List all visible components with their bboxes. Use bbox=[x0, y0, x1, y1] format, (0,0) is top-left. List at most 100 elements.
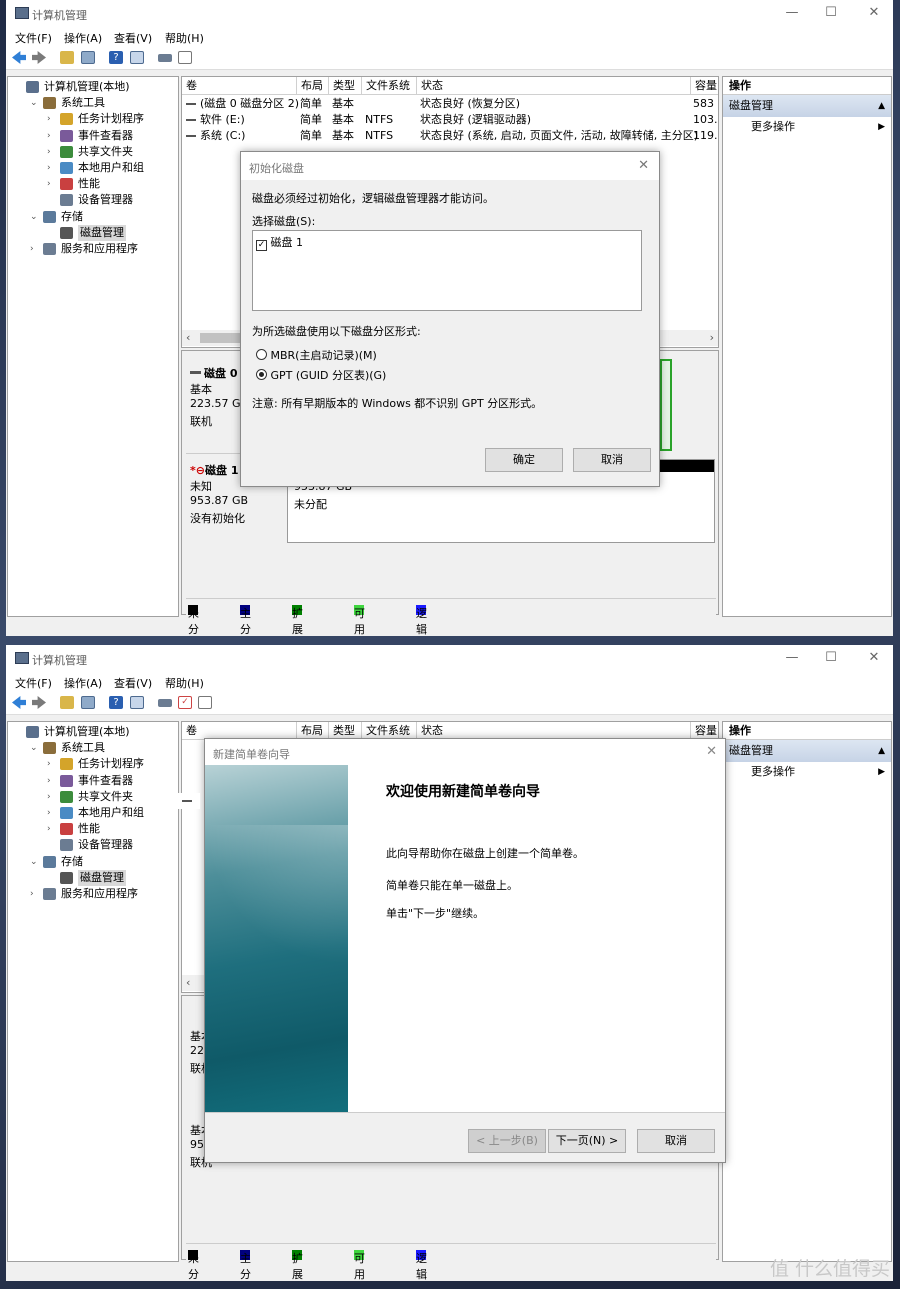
disk0-partition-edge[interactable] bbox=[660, 359, 672, 451]
show-hide-tree-icon[interactable] bbox=[81, 696, 95, 709]
mbr-radio[interactable] bbox=[256, 349, 267, 360]
tree-item[interactable]: › 事件查看器 bbox=[8, 128, 178, 144]
back-button[interactable]: < 上一步(B) bbox=[468, 1129, 546, 1153]
mbr-option[interactable]: MBR(主启动记录)(M) bbox=[256, 347, 377, 363]
list-view-icon[interactable] bbox=[178, 51, 192, 64]
tree-item[interactable]: 计算机管理(本地) bbox=[8, 724, 178, 740]
menu-action[interactable]: 操作(A) bbox=[64, 30, 102, 46]
forward-icon[interactable] bbox=[32, 51, 46, 64]
expander-icon[interactable]: › bbox=[30, 886, 40, 902]
expander-icon[interactable]: › bbox=[47, 176, 57, 192]
tree-item[interactable]: 磁盘管理 bbox=[8, 869, 178, 886]
maximize-button[interactable]: ☐ bbox=[819, 648, 843, 668]
menu-action[interactable]: 操作(A) bbox=[64, 675, 102, 691]
expander-icon[interactable]: › bbox=[47, 789, 57, 805]
back-icon[interactable] bbox=[12, 51, 26, 64]
forward-icon[interactable] bbox=[32, 696, 46, 709]
tree-item[interactable]: › 事件查看器 bbox=[8, 773, 178, 789]
volume-row[interactable]: (磁盘 0 磁盘分区 2) 简单 基本 状态良好 (恢复分区) 583 bbox=[182, 96, 718, 112]
scroll-right-icon[interactable]: › bbox=[710, 331, 714, 344]
menu-file[interactable]: 文件(F) bbox=[15, 675, 52, 691]
collapse-icon[interactable]: ▲ bbox=[878, 740, 885, 762]
disk1-checkbox[interactable]: ✓ bbox=[256, 240, 267, 251]
wizard-close-icon[interactable]: ✕ bbox=[706, 744, 717, 759]
gpt-radio[interactable] bbox=[256, 369, 267, 380]
tree-item[interactable]: › 服务和应用程序 bbox=[8, 241, 178, 257]
expander-icon[interactable]: › bbox=[47, 773, 57, 789]
up-folder-icon[interactable] bbox=[60, 696, 74, 709]
minimize-button[interactable]: — bbox=[780, 648, 804, 668]
list-view-icon[interactable] bbox=[198, 696, 212, 709]
tree-item[interactable]: › 任务计划程序 bbox=[8, 111, 178, 127]
next-button[interactable]: 下一页(N) > bbox=[548, 1129, 626, 1153]
expander-icon[interactable]: ⌄ bbox=[30, 740, 40, 756]
close-button[interactable]: ✕ bbox=[862, 648, 886, 668]
tree-item[interactable]: ⌄ 存储 bbox=[8, 854, 178, 870]
column-status[interactable]: 状态 bbox=[417, 77, 691, 95]
tree-item[interactable]: › 性能 bbox=[8, 176, 178, 192]
column-volume[interactable]: 卷 bbox=[182, 77, 297, 95]
actions-section-disk-management[interactable]: 磁盘管理 ▲ bbox=[723, 95, 891, 117]
properties-icon[interactable] bbox=[130, 51, 144, 64]
more-actions[interactable]: 更多操作 ▶ bbox=[723, 117, 891, 137]
actions-section-disk-management[interactable]: 磁盘管理 ▲ bbox=[723, 740, 891, 762]
tree-item[interactable]: ⌄ 系统工具 bbox=[8, 740, 178, 756]
tree-item[interactable]: 计算机管理(本地) bbox=[8, 79, 178, 95]
tree-item[interactable]: › 服务和应用程序 bbox=[8, 886, 178, 902]
tree-item[interactable]: ⌄ 存储 bbox=[8, 209, 178, 225]
minimize-button[interactable]: — bbox=[780, 3, 804, 23]
menu-help[interactable]: 帮助(H) bbox=[165, 675, 204, 691]
connect-icon[interactable] bbox=[158, 699, 172, 707]
expander-icon[interactable]: › bbox=[47, 111, 57, 127]
expander-icon[interactable]: › bbox=[30, 241, 40, 257]
tree-item[interactable]: › 共享文件夹 bbox=[8, 144, 178, 160]
expander-icon[interactable]: › bbox=[47, 128, 57, 144]
column-layout[interactable]: 布局 bbox=[297, 77, 329, 95]
help-icon[interactable]: ? bbox=[109, 696, 123, 709]
column-type[interactable]: 类型 bbox=[329, 77, 362, 95]
tree-item[interactable]: ⌄ 系统工具 bbox=[8, 95, 178, 111]
tree-item[interactable]: 磁盘管理 bbox=[8, 224, 178, 241]
tree-item[interactable]: › 任务计划程序 bbox=[8, 756, 178, 772]
column-capacity[interactable]: 容量 bbox=[691, 77, 718, 95]
disk-list[interactable]: ✓ 磁盘 1 bbox=[252, 230, 642, 311]
scroll-left-icon[interactable]: ‹ bbox=[186, 976, 190, 989]
volume-row[interactable]: 系统 (C:) 简单 基本 NTFS 状态良好 (系统, 启动, 页面文件, 活动, 故… bbox=[182, 128, 718, 144]
wizard-cancel-button[interactable]: 取消 bbox=[637, 1129, 715, 1153]
tree-item[interactable]: › 本地用户和组 bbox=[8, 805, 178, 821]
collapse-icon[interactable]: ▲ bbox=[878, 95, 885, 117]
more-actions[interactable]: 更多操作 ▶ bbox=[723, 762, 891, 782]
checklist-icon[interactable]: ✓ bbox=[178, 696, 192, 709]
connect-icon[interactable] bbox=[158, 54, 172, 62]
volume-row[interactable]: 软件 (E:) 简单 基本 NTFS 状态良好 (逻辑驱动器) 103. bbox=[182, 112, 718, 128]
dialog-close-icon[interactable]: ✕ bbox=[638, 158, 649, 173]
tree-item[interactable]: › 共享文件夹 bbox=[8, 789, 178, 805]
disk-list-item[interactable]: ✓ 磁盘 1 bbox=[256, 234, 303, 251]
tree-item[interactable]: › 本地用户和组 bbox=[8, 160, 178, 176]
back-icon[interactable] bbox=[12, 696, 26, 709]
expander-icon[interactable]: ⌄ bbox=[30, 854, 40, 870]
expander-icon[interactable]: › bbox=[47, 144, 57, 160]
tree-item[interactable]: › 性能 bbox=[8, 821, 178, 837]
menu-view[interactable]: 查看(V) bbox=[114, 675, 152, 691]
expander-icon[interactable]: ⌄ bbox=[30, 209, 40, 225]
column-filesystem[interactable]: 文件系统 bbox=[362, 77, 417, 95]
tree-item[interactable]: 设备管理器 bbox=[8, 192, 178, 208]
close-button[interactable]: ✕ bbox=[862, 3, 886, 23]
properties-icon[interactable] bbox=[130, 696, 144, 709]
gpt-option[interactable]: GPT (GUID 分区表)(G) bbox=[256, 367, 386, 383]
expander-icon[interactable]: ⌄ bbox=[30, 95, 40, 111]
cancel-button[interactable]: 取消 bbox=[573, 448, 651, 472]
menu-help[interactable]: 帮助(H) bbox=[165, 30, 204, 46]
show-hide-tree-icon[interactable] bbox=[81, 51, 95, 64]
expander-icon[interactable]: › bbox=[47, 160, 57, 176]
scroll-left-icon[interactable]: ‹ bbox=[186, 331, 190, 344]
tree-item[interactable]: 设备管理器 bbox=[8, 837, 178, 853]
expander-icon[interactable]: › bbox=[47, 805, 57, 821]
ok-button[interactable]: 确定 bbox=[485, 448, 563, 472]
expander-icon[interactable]: › bbox=[47, 756, 57, 772]
menu-file[interactable]: 文件(F) bbox=[15, 30, 52, 46]
help-icon[interactable]: ? bbox=[109, 51, 123, 64]
menu-view[interactable]: 查看(V) bbox=[114, 30, 152, 46]
expander-icon[interactable]: › bbox=[47, 821, 57, 837]
